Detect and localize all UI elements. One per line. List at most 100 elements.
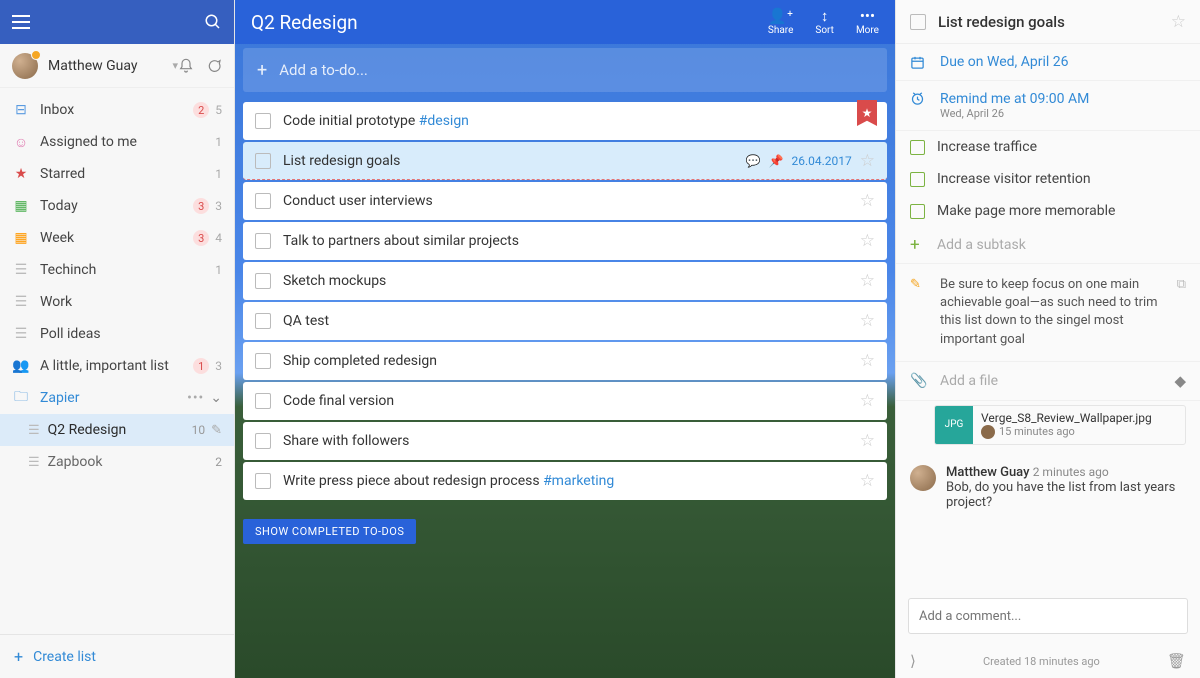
task-title: Share with followers [283,433,860,449]
task-checkbox[interactable] [255,233,271,249]
star-icon[interactable]: ☆ [1171,12,1186,32]
bell-icon[interactable] [178,58,194,74]
task-checkbox[interactable] [255,393,271,409]
nav-list: ⊟Inbox25☺Assigned to me1★Starred1▦Today3… [0,88,234,634]
task-title: Conduct user interviews [283,193,860,209]
star-icon[interactable]: ☆ [860,391,875,411]
sidebar-item-assigned-to-me[interactable]: ☺Assigned to me1 [0,126,234,158]
sidebar-subitem-zapbook[interactable]: ☰Zapbook2 [0,446,234,478]
subtask-checkbox[interactable] [910,140,925,155]
task-checkbox[interactable] [255,313,271,329]
sidebar-item-today[interactable]: ▦Today33 [0,190,234,222]
subtask-row[interactable]: Make page more memorable [896,195,1200,227]
user-name: Matthew Guay [48,58,168,74]
star-icon[interactable]: ☆ [860,231,875,251]
task-title: List redesign goals [283,153,746,169]
comment-input[interactable] [908,598,1188,634]
due-date-row[interactable]: Due on Wed, April 26 [896,44,1200,81]
task-checkbox[interactable] [255,353,271,369]
task-title: Talk to partners about similar projects [283,233,860,249]
task-row[interactable]: Conduct user interviews☆ [243,182,887,220]
star-icon[interactable]: ☆ [860,351,875,371]
subtask-label: Increase traffice [937,139,1037,155]
subtask-row[interactable]: Increase traffice [896,131,1200,163]
task-row[interactable]: Code final version☆ [243,382,887,420]
show-completed: SHOW COMPLETED TO-DOS [243,520,887,539]
note-row[interactable]: ✎ Be sure to keep focus on one main achi… [896,264,1200,362]
chat-icon[interactable] [206,58,222,74]
detail-title[interactable]: List redesign goals [938,13,1171,31]
task-checkbox[interactable] [255,113,271,129]
due-date-label: Due on Wed, April 26 [940,54,1069,70]
task-title: Sketch mockups [283,273,860,289]
subtask-checkbox[interactable] [910,172,925,187]
more-icon: ••• [860,9,875,24]
create-list-button[interactable]: + Create list [0,634,234,678]
search-icon[interactable] [204,13,222,31]
star-icon[interactable]: ☆ [860,191,875,211]
sidebar-item-starred[interactable]: ★Starred1 [0,158,234,190]
plus-icon: + [257,60,267,81]
show-completed-button[interactable]: SHOW COMPLETED TO-DOS [243,519,416,544]
task-checkbox[interactable] [910,14,926,30]
task-checkbox[interactable] [255,273,271,289]
sidebar-item-work[interactable]: ☰Work [0,286,234,318]
menu-icon[interactable] [12,15,30,29]
comment: Matthew Guay 2 minutes ago Bob, do you h… [896,455,1200,520]
attachment[interactable]: JPG Verge_S8_Review_Wallpaper.jpg 15 min… [934,405,1186,445]
collapse-icon[interactable]: ⟩ [910,652,916,670]
main-header: Q2 Redesign 👤⁺Share ↕Sort •••More [235,0,895,44]
task-row[interactable]: List redesign goals💬📌26.04.2017☆ [243,142,887,180]
star-icon[interactable]: ☆ [860,311,875,331]
sidebar-subitem-q-redesign[interactable]: ☰Q2 Redesign10✎ [0,414,234,446]
task-checkbox[interactable] [255,433,271,449]
task-row[interactable]: QA test☆ [243,302,887,340]
detail-panel: List redesign goals ☆ Due on Wed, April … [895,0,1200,678]
star-icon[interactable]: ☆ [860,151,875,171]
sidebar-item-poll-ideas[interactable]: ☰Poll ideas [0,318,234,350]
sidebar-item-inbox[interactable]: ⊟Inbox25 [0,94,234,126]
user-row[interactable]: Matthew Guay ▾ [0,44,234,88]
add-todo-input[interactable]: + Add a to-do... [243,48,887,92]
star-icon[interactable]: ☆ [860,471,875,491]
subtask-label: Make page more memorable [937,203,1115,219]
folder-zapier[interactable]: 🗀Zapier•••⌄ [0,382,234,414]
task-row[interactable]: Talk to partners about similar projects☆ [243,222,887,260]
subtask-row[interactable]: Increase visitor retention [896,163,1200,195]
folder-more-icon[interactable]: ••• [187,390,204,406]
add-file-row[interactable]: 📎 Add a file ◆ [896,362,1200,401]
more-button[interactable]: •••More [856,9,879,36]
detail-footer [896,588,1200,644]
sort-button[interactable]: ↕Sort [815,9,834,36]
clock-icon [910,91,930,106]
dropbox-icon[interactable]: ◆ [1174,372,1186,390]
task-checkbox[interactable] [255,193,271,209]
comment-time: 2 minutes ago [1033,465,1109,479]
add-subtask-input[interactable]: + Add a subtask [896,227,1200,264]
sidebar-item-techinch[interactable]: ☰Techinch1 [0,254,234,286]
task-row[interactable]: Code initial prototype #design★ [243,102,887,140]
external-link-icon[interactable]: ⧉ [1177,276,1186,349]
task-row[interactable]: Share with followers☆ [243,422,887,460]
chevron-down-icon[interactable]: ⌄ [210,390,222,406]
edit-icon[interactable]: ✎ [211,423,222,438]
task-row[interactable]: Sketch mockups☆ [243,262,887,300]
task-checkbox[interactable] [255,153,271,169]
task-title: Write press piece about redesign process… [283,473,860,489]
footer-bar: ⟩ Created 18 minutes ago 🗑 [896,644,1200,678]
folder-icon: 🗀 [12,386,30,410]
list-icon: ☰ [28,455,40,470]
subtask-checkbox[interactable] [910,204,925,219]
detail-header: List redesign goals ☆ [896,0,1200,44]
star-icon[interactable]: ☆ [860,431,875,451]
star-icon[interactable]: ☆ [860,271,875,291]
reminder-row[interactable]: Remind me at 09:00 AM Wed, April 26 [896,81,1200,131]
sidebar-item-a-little-important-list[interactable]: 👥A little, important list13 [0,350,234,382]
share-button[interactable]: 👤⁺Share [768,9,793,36]
avatar [12,53,38,79]
task-row[interactable]: Ship completed redesign☆ [243,342,887,380]
sidebar-item-week[interactable]: ▦Week34 [0,222,234,254]
trash-icon[interactable]: 🗑 [1167,652,1186,670]
task-checkbox[interactable] [255,473,271,489]
task-row[interactable]: Write press piece about redesign process… [243,462,887,500]
